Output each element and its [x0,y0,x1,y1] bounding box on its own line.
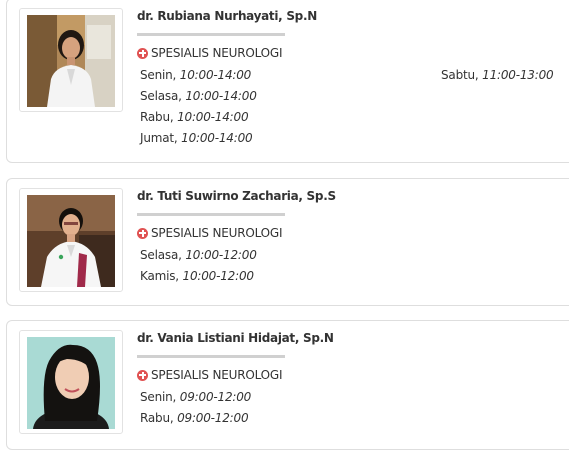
plus-circle-icon [137,47,148,59]
schedule-time: 09:00-12:00 [177,411,249,425]
name-divider [137,213,285,216]
doctor-photo [19,188,123,292]
schedule-time: 10:00-12:00 [182,269,254,283]
name-divider [137,355,285,358]
schedule-time: 10:00-14:00 [185,89,257,103]
schedule-day: Senin, [140,68,177,82]
schedule-entry: Selasa, 10:00-12:00 [140,248,257,262]
schedule-entry: Senin, 09:00-12:00 [140,390,251,404]
doctor-name[interactable]: dr. Vania Listiani Hidajat, Sp.N [137,331,334,345]
specialty-label: SPESIALIS NEUROLOGI [137,46,283,60]
doctor-name[interactable]: dr. Tuti Suwirno Zacharia, Sp.S [137,189,336,203]
plus-circle-icon [137,227,148,239]
schedule-entry: Rabu, 10:00-14:00 [140,110,249,124]
schedule-day: Selasa, [140,89,182,103]
schedule-entry: Kamis, 10:00-12:00 [140,269,254,283]
schedule-entry: Senin, 10:00-14:00 [140,68,251,82]
name-divider [137,33,285,36]
schedule-day: Jumat, [140,131,178,145]
specialty-text: SPESIALIS NEUROLOGI [151,368,283,382]
schedule-time: 10:00-14:00 [181,131,253,145]
schedule-entry: Rabu, 09:00-12:00 [140,411,249,425]
doctor-card[interactable]: dr. Rubiana Nurhayati, Sp.N SPESIALIS NE… [6,0,569,163]
schedule-time: 10:00-12:00 [185,248,257,262]
schedule-entry: Sabtu, 11:00-13:00 [441,68,554,82]
schedule-day: Sabtu, [441,68,479,82]
doctor-photo [19,8,123,112]
schedule-day: Selasa, [140,248,182,262]
schedule-day: Kamis, [140,269,179,283]
schedule-day: Rabu, [140,110,174,124]
schedule-time: 10:00-14:00 [179,68,252,82]
specialty-text: SPESIALIS NEUROLOGI [151,226,283,240]
doctor-photo [19,330,123,434]
schedule-day: Rabu, [140,411,174,425]
doctor-card[interactable]: dr. Tuti Suwirno Zacharia, Sp.S SPESIALI… [6,178,569,306]
schedule-day: Senin, [140,390,177,404]
doctor-name[interactable]: dr. Rubiana Nurhayati, Sp.N [137,9,317,23]
specialty-text: SPESIALIS NEUROLOGI [151,46,283,60]
schedule-time: 10:00-14:00 [177,110,249,124]
specialty-label: SPESIALIS NEUROLOGI [137,368,283,382]
schedule-time: 11:00-13:00 [482,68,554,82]
schedule-time: 09:00-12:00 [179,390,252,404]
schedule-entry: Jumat, 10:00-14:00 [140,131,253,145]
schedule-entry: Selasa, 10:00-14:00 [140,89,257,103]
specialty-label: SPESIALIS NEUROLOGI [137,226,283,240]
plus-circle-icon [137,369,148,381]
